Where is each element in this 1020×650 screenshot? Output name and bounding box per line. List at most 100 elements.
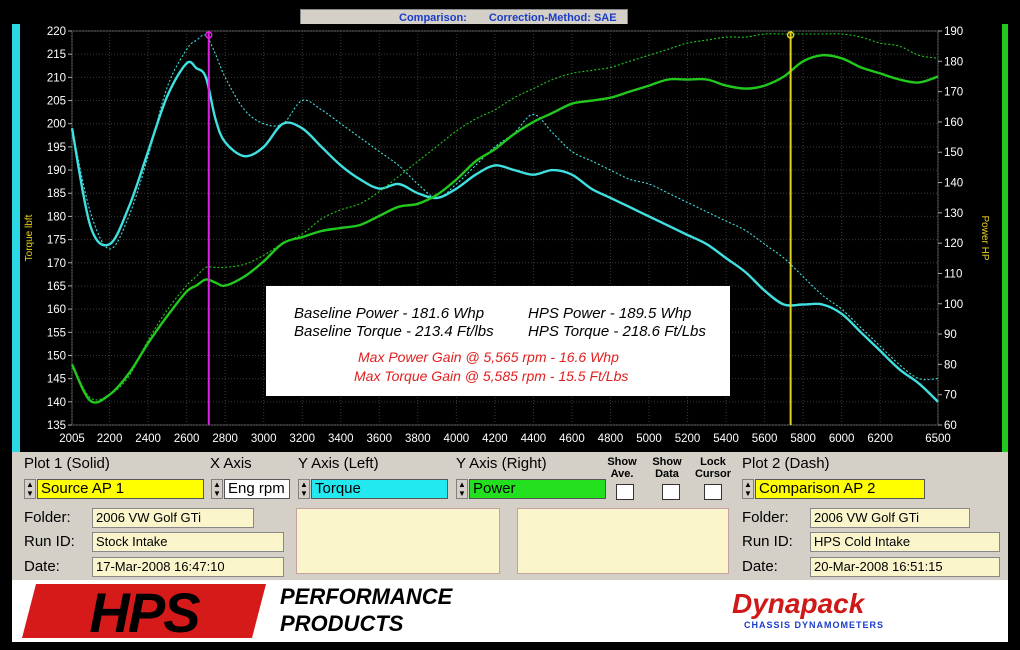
left-tick-label: 210 bbox=[47, 72, 66, 84]
yaxis-left-label: Y Axis (Left) bbox=[298, 455, 379, 472]
hps-logo-text: HPS bbox=[89, 582, 200, 640]
right-tick-label: 100 bbox=[944, 299, 963, 311]
right-tick-label: 160 bbox=[944, 117, 963, 129]
notes-box-2[interactable] bbox=[517, 508, 729, 574]
show-data-label: Show Data bbox=[652, 456, 682, 480]
show-ave-checkbox[interactable] bbox=[616, 484, 634, 500]
right-tick-label: 150 bbox=[944, 147, 963, 159]
left-tick-label: 140 bbox=[47, 397, 66, 409]
products-word: PRODUCTS bbox=[280, 611, 404, 636]
footer-logos: HPS PERFORMANCE PRODUCTS Dynapack CHASSI… bbox=[12, 580, 1008, 642]
xaxis-select[interactable]: Eng rpm bbox=[224, 479, 290, 499]
title-comparison: Comparison: bbox=[399, 11, 467, 24]
notes-box-1[interactable] bbox=[296, 508, 500, 574]
max-torque-gain-text: Max Torque Gain @ 5,585 rpm - 15.5 Ft/Lb… bbox=[354, 368, 628, 384]
left-tick-label: 205 bbox=[47, 96, 66, 108]
left-tick-label: 155 bbox=[47, 327, 66, 339]
x-tick-label: 6200 bbox=[867, 433, 893, 445]
plot1-date-label: Date: bbox=[24, 558, 60, 575]
plot1-label: Plot 1 (Solid) bbox=[24, 455, 110, 472]
plot1-runid-field: Stock Intake bbox=[92, 532, 284, 552]
xaxis-label: X Axis bbox=[210, 455, 252, 472]
plot1-folder-label: Folder: bbox=[24, 509, 71, 526]
x-tick-label: 4000 bbox=[444, 433, 470, 445]
source2-spinner[interactable]: ▲ ▼ bbox=[742, 479, 754, 499]
right-tick-label: 130 bbox=[944, 208, 963, 220]
yright-select[interactable]: Power bbox=[469, 479, 606, 499]
left-tick-label: 150 bbox=[47, 350, 66, 362]
source1-spinner[interactable]: ▲ ▼ bbox=[24, 479, 36, 499]
dyno-chart[interactable]: 2005 2200 2400 2600 2800 3000 3200 3400 3600 3800… bbox=[20, 24, 1002, 452]
left-tick-label: 195 bbox=[47, 142, 66, 154]
x-tick-label: 5800 bbox=[790, 433, 816, 445]
left-tick-label: 185 bbox=[47, 188, 66, 200]
left-tick-label: 160 bbox=[47, 304, 66, 316]
right-tick-label: 120 bbox=[944, 238, 963, 250]
x-tick-label: 2800 bbox=[212, 433, 238, 445]
x-tick-label: 4400 bbox=[521, 433, 547, 445]
plot2-runid-field: HPS Cold Intake bbox=[810, 532, 1000, 552]
right-axis-color-strip bbox=[1002, 24, 1008, 452]
plot2-runid-label: Run ID: bbox=[742, 533, 793, 550]
plot2-date-field: 20-Mar-2008 16:51:15 bbox=[810, 557, 1000, 577]
left-axis-color-strip bbox=[12, 24, 20, 452]
right-tick-label: 140 bbox=[944, 178, 963, 190]
yright-spinner[interactable]: ▲ ▼ bbox=[456, 479, 468, 499]
x-tick-label: 2600 bbox=[174, 433, 200, 445]
x-tick-label: 2005 bbox=[59, 433, 85, 445]
source2-select[interactable]: Comparison AP 2 bbox=[755, 479, 925, 499]
show-data-checkbox[interactable] bbox=[662, 484, 680, 500]
source1-select[interactable]: Source AP 1 bbox=[37, 479, 204, 499]
left-tick-label: 200 bbox=[47, 119, 66, 131]
x-tick-label: 4200 bbox=[482, 433, 508, 445]
plot2-label: Plot 2 (Dash) bbox=[742, 455, 830, 472]
performance-word: PERFORMANCE bbox=[280, 584, 453, 609]
right-tick-label: 110 bbox=[944, 268, 962, 280]
lock-cursor-label: Lock Cursor bbox=[694, 456, 732, 480]
x-tick-label: 6000 bbox=[829, 433, 855, 445]
max-power-gain-text: Max Power Gain @ 5,565 rpm - 16.6 Whp bbox=[358, 349, 619, 365]
x-tick-label: 2200 bbox=[97, 433, 123, 445]
left-tick-label: 180 bbox=[47, 211, 66, 223]
yaxis-right-label: Y Axis (Right) bbox=[456, 455, 547, 472]
x-tick-label: 3200 bbox=[289, 433, 315, 445]
plot2-folder-field: 2006 VW Golf GTi bbox=[810, 508, 970, 528]
left-tick-label: 165 bbox=[47, 281, 66, 293]
right-tick-label: 60 bbox=[944, 420, 957, 432]
title-correction: Correction-Method: SAE bbox=[488, 11, 617, 24]
plot2-date-label: Date: bbox=[742, 558, 778, 575]
yleft-spinner[interactable]: ▲ ▼ bbox=[298, 479, 310, 499]
x-tick-label: 3800 bbox=[405, 433, 431, 445]
left-tick-label: 190 bbox=[47, 165, 66, 177]
left-tick-label: 220 bbox=[47, 26, 66, 38]
hps-torque-text: HPS Torque - 218.6 Ft/Lbs bbox=[528, 323, 706, 340]
x-tick-label: 2400 bbox=[135, 433, 161, 445]
x-tick-label: 5000 bbox=[636, 433, 662, 445]
right-tick-label: 80 bbox=[944, 359, 957, 371]
x-tick-label: 5400 bbox=[713, 433, 739, 445]
xaxis-spinner[interactable]: ▲ ▼ bbox=[211, 479, 223, 499]
yleft-select[interactable]: Torque bbox=[311, 479, 448, 499]
plot2-folder-label: Folder: bbox=[742, 509, 789, 526]
x-tick-label: 4800 bbox=[598, 433, 624, 445]
left-axis-label: Torque lbft bbox=[24, 214, 35, 261]
show-ave-label: Show Ave. bbox=[607, 456, 637, 480]
right-tick-label: 190 bbox=[944, 26, 963, 38]
right-tick-label: 170 bbox=[944, 87, 963, 99]
x-tick-label: 3400 bbox=[328, 433, 354, 445]
baseline-power-text: Baseline Power - 181.6 Whp bbox=[294, 305, 484, 322]
right-axis-label: Power HP bbox=[979, 215, 990, 260]
right-tick-label: 70 bbox=[944, 390, 957, 402]
right-tick-label: 180 bbox=[944, 56, 963, 68]
left-tick-label: 175 bbox=[47, 235, 66, 247]
dynapack-logo: Dynapack bbox=[732, 588, 865, 619]
x-tick-label: 5600 bbox=[752, 433, 778, 445]
lock-cursor-checkbox[interactable] bbox=[704, 484, 722, 500]
performance-products-text: PERFORMANCE PRODUCTS bbox=[280, 583, 452, 637]
x-tick-label: 3000 bbox=[251, 433, 277, 445]
hps-logo: HPS bbox=[22, 582, 266, 640]
baseline-torque-text: Baseline Torque - 213.4 Ft/lbs bbox=[294, 323, 494, 340]
control-panel: Plot 1 (Solid) X Axis Y Axis (Left) Y Ax… bbox=[12, 452, 1008, 580]
hps-power-text: HPS Power - 189.5 Whp bbox=[528, 305, 691, 322]
plot1-runid-label: Run ID: bbox=[24, 533, 75, 550]
